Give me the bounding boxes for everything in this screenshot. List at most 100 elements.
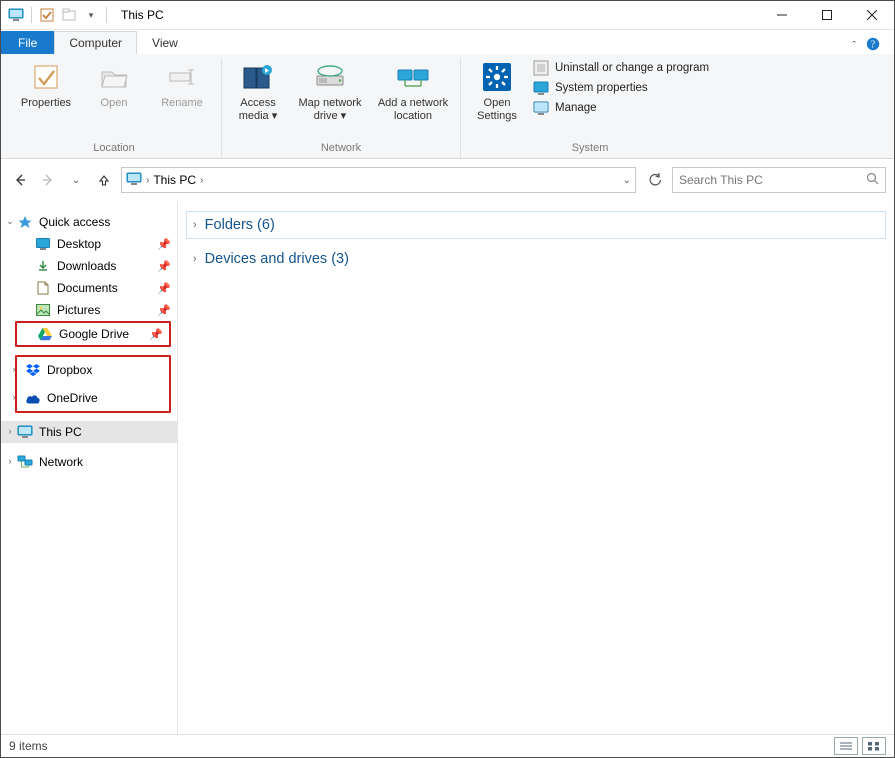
- tree-this-pc[interactable]: › This PC: [1, 421, 177, 443]
- search-box[interactable]: Search This PC: [672, 167, 886, 193]
- chevron-right-icon: ›: [193, 219, 197, 231]
- dropbox-icon: [25, 362, 41, 378]
- ribbon-group-network: Access media ▾ Map network drive ▾ Add a…: [222, 58, 461, 158]
- properties-button[interactable]: Properties: [13, 58, 79, 112]
- address-bar[interactable]: › This PC › ⌄: [121, 167, 636, 193]
- qat-separator-2: [106, 7, 107, 23]
- map-drive-icon: [313, 60, 347, 94]
- tree-onedrive[interactable]: › OneDrive: [17, 387, 169, 409]
- window-controls: [759, 1, 894, 29]
- minimize-button[interactable]: [759, 1, 804, 29]
- pin-icon: 📌: [157, 282, 171, 295]
- add-location-icon: [395, 60, 431, 94]
- highlight-box-google-drive: Google Drive 📌: [15, 321, 171, 347]
- manage-icon: [533, 100, 549, 116]
- tree-pictures[interactable]: Pictures 📌: [1, 299, 177, 321]
- breadcrumb-chevron-icon-2[interactable]: ›: [200, 175, 203, 186]
- address-dropdown-icon[interactable]: ⌄: [623, 175, 631, 186]
- open-icon: [99, 60, 129, 94]
- rename-icon: [167, 60, 197, 94]
- manage-button[interactable]: Manage: [533, 100, 709, 116]
- properties-qat-icon[interactable]: [38, 6, 56, 24]
- this-pc-breadcrumb-icon: [126, 172, 142, 189]
- ribbon-group-system: Open Settings Uninstall or change a prog…: [461, 58, 719, 158]
- content-pane[interactable]: › Folders (6) › Devices and drives (3): [178, 201, 894, 734]
- ribbon: Properties Open Rename Location: [1, 54, 894, 159]
- expand-icon[interactable]: ›: [9, 364, 19, 374]
- rename-button[interactable]: Rename: [149, 58, 215, 112]
- system-properties-button[interactable]: System properties: [533, 80, 709, 96]
- status-bar: 9 items: [1, 734, 894, 757]
- explorer-window: ▾ This PC File Computer View ˆ ?: [0, 0, 895, 758]
- uninstall-icon: [533, 60, 549, 76]
- tree-downloads[interactable]: Downloads 📌: [1, 255, 177, 277]
- title-bar: ▾ This PC: [1, 1, 894, 30]
- new-folder-qat-icon[interactable]: [60, 6, 78, 24]
- group-label-location: Location: [93, 140, 135, 158]
- back-button[interactable]: [9, 169, 31, 191]
- body: ⌄ Quick access Desktop 📌 Downloads 📌 Doc…: [1, 201, 894, 734]
- access-media-button[interactable]: Access media ▾: [228, 58, 288, 125]
- add-network-location-button[interactable]: Add a network location: [372, 58, 454, 125]
- section-devices[interactable]: › Devices and drives (3): [186, 245, 886, 273]
- map-network-drive-button[interactable]: Map network drive ▾: [290, 58, 370, 125]
- tree-google-drive[interactable]: Google Drive 📌: [17, 323, 169, 345]
- qat-separator: [31, 7, 32, 23]
- up-button[interactable]: [93, 169, 115, 191]
- close-button[interactable]: [849, 1, 894, 29]
- pin-icon: 📌: [157, 260, 171, 273]
- access-media-icon: [242, 60, 274, 94]
- tab-computer[interactable]: Computer: [54, 31, 137, 54]
- qat-dropdown-icon[interactable]: ▾: [82, 6, 100, 24]
- help-icon[interactable]: ?: [866, 37, 880, 54]
- nav-bar: ⌄ › This PC › ⌄ Search This PC: [1, 159, 894, 201]
- recent-locations-button[interactable]: ⌄: [65, 169, 87, 191]
- section-folders[interactable]: › Folders (6): [186, 211, 886, 239]
- expand-icon[interactable]: ›: [5, 456, 15, 466]
- tree-documents[interactable]: Documents 📌: [1, 277, 177, 299]
- group-label-system: System: [572, 140, 609, 158]
- breadcrumb-this-pc[interactable]: This PC: [153, 173, 196, 187]
- details-view-button[interactable]: [834, 737, 858, 755]
- tree-desktop[interactable]: Desktop 📌: [1, 233, 177, 255]
- chevron-right-icon: ›: [193, 253, 197, 265]
- highlight-box-cloud: › Dropbox › OneDrive: [15, 355, 171, 413]
- open-button[interactable]: Open: [81, 58, 147, 112]
- google-drive-icon: [37, 326, 53, 342]
- settings-icon: [481, 60, 513, 94]
- forward-button[interactable]: [37, 169, 59, 191]
- system-list: Uninstall or change a program System pro…: [529, 58, 713, 118]
- tree-dropbox[interactable]: › Dropbox: [17, 359, 169, 381]
- expand-icon[interactable]: ›: [9, 392, 19, 402]
- ribbon-tabs: File Computer View ˆ ?: [1, 30, 894, 54]
- quick-access-toolbar: ▾: [1, 6, 115, 24]
- maximize-button[interactable]: [804, 1, 849, 29]
- documents-icon: [35, 280, 51, 296]
- uninstall-program-button[interactable]: Uninstall or change a program: [533, 60, 709, 76]
- breadcrumb-chevron-icon[interactable]: ›: [146, 175, 149, 186]
- this-pc-icon: [7, 6, 25, 24]
- downloads-icon: [35, 258, 51, 274]
- pin-icon: 📌: [149, 328, 163, 341]
- tree-quick-access[interactable]: ⌄ Quick access: [1, 211, 177, 233]
- tab-view[interactable]: View: [137, 31, 193, 54]
- tab-file[interactable]: File: [1, 31, 54, 54]
- quick-access-icon: [17, 214, 33, 230]
- status-item-count: 9 items: [9, 739, 48, 753]
- svg-text:?: ?: [871, 40, 876, 51]
- refresh-button[interactable]: [644, 169, 666, 191]
- expand-icon[interactable]: ›: [5, 426, 15, 436]
- properties-icon: [31, 60, 61, 94]
- icons-view-button[interactable]: [862, 737, 886, 755]
- collapse-ribbon-icon[interactable]: ˆ: [852, 40, 856, 52]
- onedrive-icon: [25, 390, 41, 406]
- view-mode-buttons: [834, 737, 886, 755]
- navigation-tree: ⌄ Quick access Desktop 📌 Downloads 📌 Doc…: [1, 201, 178, 734]
- network-icon: [17, 454, 33, 470]
- tree-network[interactable]: › Network: [1, 451, 177, 473]
- group-label-network: Network: [321, 140, 361, 158]
- system-properties-icon: [533, 80, 549, 96]
- expand-icon[interactable]: ⌄: [5, 216, 15, 226]
- open-settings-button[interactable]: Open Settings: [467, 58, 527, 125]
- pin-icon: 📌: [157, 304, 171, 317]
